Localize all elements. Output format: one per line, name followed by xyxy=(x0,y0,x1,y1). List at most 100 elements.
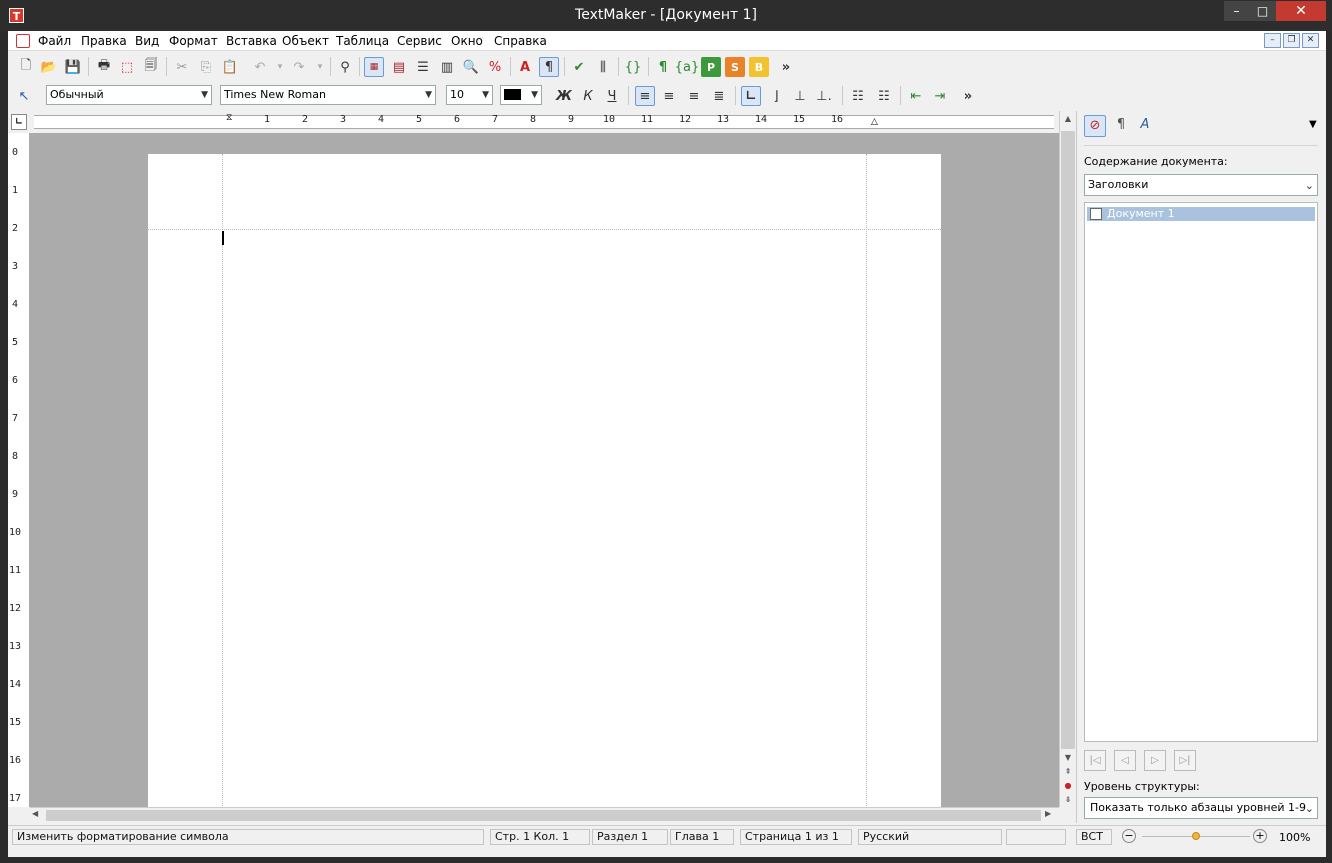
close-button[interactable]: ✕ xyxy=(1276,1,1326,21)
navigator-compass-icon[interactable]: ⊘ xyxy=(1084,115,1106,137)
next-page-icon[interactable]: ⇟ xyxy=(1061,795,1075,807)
more-tools-icon[interactable]: » xyxy=(776,57,796,77)
decrease-indent-icon[interactable]: ⇤ xyxy=(906,86,926,106)
export-pdf-icon[interactable]: ⬚ xyxy=(117,57,137,77)
styles-panel-icon[interactable]: ¶ xyxy=(1110,115,1132,137)
bold-icon[interactable]: Ж xyxy=(554,86,574,106)
vertical-ruler[interactable]: 0 1 2 3 4 5 6 7 8 9 10 11 12 13 14 15 16… xyxy=(8,133,30,807)
doc-close-icon[interactable]: ✕ xyxy=(1302,33,1319,48)
menu-file[interactable]: Файл xyxy=(38,34,71,48)
justify-icon[interactable]: ≣ xyxy=(709,86,729,106)
scrollbar-thumb[interactable] xyxy=(1061,131,1075,749)
menu-tools[interactable]: Сервис xyxy=(397,34,442,48)
print-preview-icon[interactable]: 🗐 xyxy=(141,57,161,77)
copy-icon[interactable]: ⎘ xyxy=(196,57,216,77)
previous-page-icon[interactable]: ⇞ xyxy=(1061,767,1075,779)
increase-indent-icon[interactable]: ⇥ xyxy=(930,86,950,106)
zoom-percent-icon[interactable]: % xyxy=(485,57,505,77)
scroll-up-icon[interactable]: ▲ xyxy=(1061,112,1075,126)
outline-item-checkbox[interactable] xyxy=(1090,208,1102,220)
previous-heading-button[interactable]: ◁ xyxy=(1114,750,1136,771)
doc-restore-icon[interactable]: ❐ xyxy=(1283,33,1300,48)
last-heading-button[interactable]: ▷| xyxy=(1174,750,1196,771)
hyphenation-icon[interactable]: ⫼ xyxy=(593,57,613,77)
cut-icon[interactable]: ✂ xyxy=(172,57,192,77)
scroll-left-icon[interactable]: ◀ xyxy=(32,809,38,818)
find-binoculars-icon[interactable]: ⚲ xyxy=(335,57,355,77)
more-format-icon[interactable]: » xyxy=(958,86,978,106)
spellcheck-icon[interactable]: ✔ xyxy=(569,57,589,77)
numbering-icon[interactable]: ☷ xyxy=(874,86,894,106)
font-select[interactable]: Times New Roman ▼ xyxy=(220,85,436,105)
menu-object[interactable]: Объект xyxy=(282,34,329,48)
new-document-icon[interactable]: 🗋 xyxy=(16,57,36,77)
paragraph-style-icon[interactable]: ¶ xyxy=(653,57,673,77)
outline-view-icon[interactable]: ☰ xyxy=(413,57,433,77)
right-indent-marker-icon[interactable]: △ xyxy=(871,117,878,127)
character-styles-panel-icon[interactable]: A xyxy=(1134,115,1156,137)
zoom-slider-thumb[interactable] xyxy=(1192,832,1200,840)
outline-item[interactable]: Документ 1 xyxy=(1087,207,1315,221)
bullets-icon[interactable]: ☷ xyxy=(848,86,868,106)
tab-center-icon[interactable]: ⊥ xyxy=(790,86,810,106)
minimize-button[interactable]: – xyxy=(1224,1,1249,21)
paragraph-style-p-icon[interactable]: P xyxy=(701,57,721,77)
menu-format[interactable]: Формат xyxy=(169,34,218,48)
scrollbar-thumb[interactable] xyxy=(46,810,1041,821)
style-s-icon[interactable]: S xyxy=(725,57,745,77)
style-b-icon[interactable]: B xyxy=(749,57,769,77)
scroll-down-icon[interactable]: ▼ xyxy=(1061,751,1075,765)
align-left-icon[interactable]: ≡ xyxy=(635,86,655,106)
vertical-scrollbar[interactable]: ▲ ▼ ⇞ ● ⇟ xyxy=(1059,111,1076,807)
document-icon[interactable] xyxy=(16,34,30,48)
title-bar[interactable]: T TextMaker - [Документ 1] – □ ✕ xyxy=(0,0,1332,31)
maximize-button[interactable]: □ xyxy=(1249,1,1276,21)
tab-type-icon[interactable]: ∟ xyxy=(11,114,27,130)
tab-left-icon[interactable]: ∟ xyxy=(741,86,761,106)
open-folder-icon[interactable]: 📂 xyxy=(39,57,59,77)
doc-minimize-icon[interactable]: – xyxy=(1264,33,1281,48)
zoom-out-icon[interactable]: − xyxy=(1122,829,1136,843)
sidebar-menu-chevron-icon[interactable]: ▼ xyxy=(1309,119,1317,130)
paste-icon[interactable]: 📋 xyxy=(220,57,240,77)
select-arrow-icon[interactable]: ↖ xyxy=(14,86,34,106)
menu-insert[interactable]: Вставка xyxy=(226,34,277,48)
left-indent-marker-icon[interactable]: ⧖ xyxy=(226,113,232,123)
undo-dropdown-icon[interactable]: ▾ xyxy=(270,57,290,77)
fields-icon[interactable]: {} xyxy=(623,57,643,77)
scroll-right-icon[interactable]: ▶ xyxy=(1045,809,1051,818)
status-language[interactable]: Русский xyxy=(858,829,1002,845)
redo-dropdown-icon[interactable]: ▾ xyxy=(310,57,330,77)
status-insert-mode[interactable]: ВСТ xyxy=(1076,829,1112,845)
tab-right-icon[interactable]: ⌋ xyxy=(766,86,786,106)
horizontal-ruler[interactable]: 1 2 3 4 5 6 7 8 9 10 11 12 13 14 15 16 ⧖… xyxy=(30,111,1058,133)
master-page-icon[interactable]: ▥ xyxy=(437,57,457,77)
document-page[interactable] xyxy=(148,154,941,807)
tab-decimal-icon[interactable]: ⊥. xyxy=(814,86,834,106)
font-size-select[interactable]: 10 ▼ xyxy=(446,85,493,105)
character-format-icon[interactable]: A xyxy=(515,57,535,77)
align-center-icon[interactable]: ≡ xyxy=(659,86,679,106)
save-icon[interactable]: 💾 xyxy=(63,57,83,77)
next-heading-button[interactable]: ▷ xyxy=(1144,750,1166,771)
text-color-select[interactable]: ▼ xyxy=(500,85,542,105)
menu-table[interactable]: Таблица xyxy=(336,34,389,48)
paragraph-style-select[interactable]: Обычный ▼ xyxy=(46,85,212,105)
underline-icon[interactable]: Ч xyxy=(602,86,622,106)
zoom-slider[interactable] xyxy=(1142,832,1250,840)
zoom-in-icon[interactable]: + xyxy=(1253,829,1267,843)
menu-help[interactable]: Справка xyxy=(494,34,547,48)
align-right-icon[interactable]: ≡ xyxy=(684,86,704,106)
first-heading-button[interactable]: |◁ xyxy=(1084,750,1106,771)
character-style-icon[interactable]: {a} xyxy=(675,57,700,77)
toc-mode-select[interactable]: Заголовки ⌄ xyxy=(1084,174,1318,196)
browse-object-icon[interactable]: ● xyxy=(1061,781,1075,793)
undo-icon[interactable]: ↶ xyxy=(250,57,270,77)
horizontal-scrollbar[interactable]: ◀ ▶ xyxy=(30,807,1059,823)
menu-edit[interactable]: Правка xyxy=(81,34,127,48)
paragraph-format-icon[interactable]: ¶ xyxy=(539,57,559,77)
print-icon[interactable]: 🖶 xyxy=(94,57,114,77)
normal-view-icon[interactable]: ▦ xyxy=(364,57,384,77)
zoom-percent[interactable]: 100% xyxy=(1279,831,1310,844)
menu-view[interactable]: Вид xyxy=(135,34,159,48)
